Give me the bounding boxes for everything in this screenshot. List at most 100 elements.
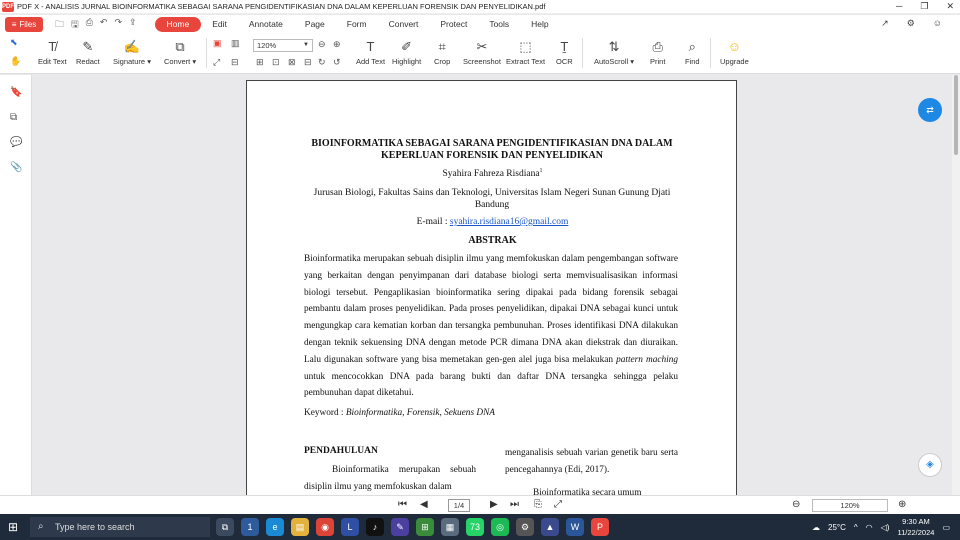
crop-tool[interactable]: ⌗ Crop: [434, 37, 450, 66]
next-page-icon[interactable]: ▶: [490, 499, 498, 510]
vertical-scrollbar[interactable]: [952, 75, 960, 495]
menu-bar: ≡ Files 🗀 🖫 ⎙ ↶ ↷ ⇪ Home Edit Annotate P…: [0, 15, 960, 34]
add-text-tool[interactable]: T Add Text: [356, 37, 385, 66]
ocr-tool[interactable]: Ṯ OCR: [556, 37, 573, 66]
zoom-in-status-icon[interactable]: ⊕: [898, 499, 906, 510]
task-view-icon[interactable]: ⧉: [216, 518, 234, 536]
notifications-icon[interactable]: ▭: [942, 523, 950, 532]
store-icon[interactable]: ▦: [441, 518, 459, 536]
network-icon[interactable]: ◠: [866, 523, 873, 532]
marquee-zoom-icon[interactable]: ⊟: [304, 57, 312, 68]
bookmark-icon[interactable]: 🔖: [10, 87, 22, 98]
redo-icon[interactable]: ↷: [114, 17, 122, 33]
menu-protect[interactable]: Protect: [429, 17, 478, 32]
photos-icon[interactable]: ▲: [541, 518, 559, 536]
edge-browser-icon[interactable]: e: [266, 518, 284, 536]
find-tool[interactable]: ⌕ Find: [685, 37, 700, 66]
restore-icon[interactable]: ❐: [920, 1, 928, 12]
fit-page-icon[interactable]: ⤢: [213, 57, 220, 68]
autoscroll-tool[interactable]: ⇅ AutoScroll ▾: [594, 37, 634, 66]
highlight-tool[interactable]: ✐ Highlight: [392, 37, 421, 66]
zoom-out-icon[interactable]: ⊖: [318, 39, 326, 50]
grid-app-icon[interactable]: ⊞: [416, 518, 434, 536]
whatsapp-icon[interactable]: 73: [466, 518, 484, 536]
pdfx-taskbar-icon[interactable]: P: [591, 518, 609, 536]
share-icon[interactable]: ⇪: [129, 17, 137, 33]
upgrade-tool[interactable]: ☺ Upgrade: [720, 37, 749, 66]
windows-start-icon[interactable]: ⊞: [8, 520, 18, 534]
menu-help[interactable]: Help: [520, 17, 559, 32]
fit-visible-icon[interactable]: ⊠: [288, 57, 296, 68]
mail-icon[interactable]: 1: [241, 518, 259, 536]
single-page-icon[interactable]: ▣: [213, 38, 222, 49]
tiktok-icon[interactable]: ♪: [366, 518, 384, 536]
edit-text-icon: T̸: [48, 39, 57, 54]
settings-gear-icon[interactable]: ⚙: [516, 518, 534, 536]
attachments-icon[interactable]: 📎: [10, 162, 22, 173]
zoom-level-input[interactable]: 120%: [812, 499, 888, 512]
speaker-icon[interactable]: ◁): [881, 523, 890, 532]
prev-page-icon[interactable]: ◀: [420, 499, 428, 510]
zoom-in-icon[interactable]: ⊕: [333, 39, 341, 50]
rotate-ccw-icon[interactable]: ↺: [333, 57, 341, 68]
open-folder-icon[interactable]: 🗀: [55, 17, 64, 33]
menu-home[interactable]: Home: [154, 17, 202, 32]
menu-form[interactable]: Form: [336, 17, 378, 32]
rotate-cw-icon[interactable]: ↻: [318, 57, 326, 68]
save-icon[interactable]: 🖫: [71, 17, 79, 33]
chrome-icon[interactable]: ◉: [316, 518, 334, 536]
signature-tool[interactable]: ✍ Signature ▾: [113, 37, 151, 66]
pages-icon[interactable]: ⧉: [10, 112, 17, 123]
first-page-icon[interactable]: ⏮: [398, 499, 407, 510]
zoom-out-status-icon[interactable]: ⊖: [792, 499, 800, 510]
redact-icon: ✎: [82, 39, 94, 54]
comments-icon[interactable]: 💬: [10, 137, 22, 148]
zoom-select[interactable]: 120% ▼: [253, 39, 313, 52]
document-author: Syahira Fahreza Risdiana1: [442, 168, 543, 180]
ai-assistant-icon[interactable]: ◈: [918, 453, 942, 477]
screenshot-tool[interactable]: ✂ Screenshot: [463, 37, 501, 66]
email-link[interactable]: syahira.risdiana16@gmail.com: [450, 217, 569, 227]
fullscreen-icon[interactable]: ⤢: [554, 499, 562, 510]
translate-fab-icon[interactable]: ⇄: [918, 98, 942, 122]
menu-annotate[interactable]: Annotate: [238, 17, 294, 32]
undo-icon[interactable]: ↶: [100, 17, 108, 33]
scrollbar-thumb[interactable]: [954, 75, 958, 155]
file-explorer-icon[interactable]: ▤: [291, 518, 309, 536]
l-app-icon[interactable]: L: [341, 518, 359, 536]
print-icon[interactable]: ⎙: [86, 17, 93, 33]
close-icon[interactable]: ✕: [946, 1, 954, 12]
spotify-icon[interactable]: ◎: [491, 518, 509, 536]
settings-icon[interactable]: ⚙: [907, 18, 915, 29]
print-tool[interactable]: ⎙ Print: [650, 37, 665, 66]
hand-tool-icon[interactable]: ✋: [10, 56, 21, 67]
files-button[interactable]: ≡ Files: [5, 17, 43, 32]
actual-size-icon[interactable]: ⊡: [272, 57, 280, 68]
last-page-icon[interactable]: ⏭: [510, 499, 519, 510]
convert-tool[interactable]: ⧉ Convert ▾: [164, 37, 196, 66]
page-thumb-icon[interactable]: ⊟: [231, 57, 239, 68]
export-page-icon[interactable]: ⎘: [534, 499, 542, 510]
clock[interactable]: 9:30 AM 11/22/2024: [897, 516, 934, 538]
temperature[interactable]: 25°C: [828, 523, 846, 532]
abstract-body: Bioinformatika merupakan sebuah disiplin…: [304, 254, 678, 399]
tray-chevron-icon[interactable]: ^: [854, 523, 858, 532]
printer-icon: ⎙: [652, 39, 663, 54]
extract-text-tool[interactable]: ⬚ Extract Text: [506, 37, 545, 66]
share-arrow-icon[interactable]: ↗: [881, 18, 889, 29]
edit-text-tool[interactable]: T̸ Edit Text: [38, 37, 67, 66]
taskbar-search-box[interactable]: ⌕ Type here to search: [30, 517, 210, 537]
redact-tool[interactable]: ✎ Redact: [76, 37, 100, 66]
page-number-input[interactable]: 1/4: [448, 499, 470, 512]
select-cursor-icon[interactable]: ⬉: [10, 37, 18, 48]
account-icon[interactable]: ☺: [933, 18, 942, 29]
menu-edit[interactable]: Edit: [201, 17, 238, 32]
minimize-icon[interactable]: ─: [896, 1, 902, 12]
pen-app-icon[interactable]: ✎: [391, 518, 409, 536]
menu-tools[interactable]: Tools: [478, 17, 520, 32]
two-page-icon[interactable]: ▥: [231, 38, 240, 49]
menu-convert[interactable]: Convert: [378, 17, 430, 32]
fit-width-icon[interactable]: ⊞: [256, 57, 264, 68]
menu-page[interactable]: Page: [294, 17, 336, 32]
word-icon[interactable]: W: [566, 518, 584, 536]
